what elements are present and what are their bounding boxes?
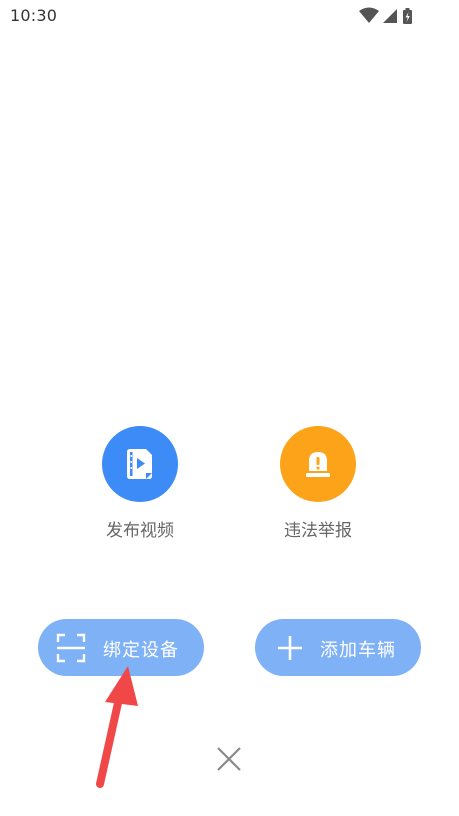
violation-report-label: 违法举报 [284, 521, 352, 541]
violation-report-circle [280, 426, 356, 502]
battery-charging-icon [403, 8, 412, 24]
publish-video-label: 发布视频 [106, 521, 174, 541]
publish-video-action[interactable]: 发布视频 [80, 426, 200, 546]
scan-icon [56, 633, 86, 663]
cellular-signal-icon [383, 9, 397, 23]
bind-device-label: 绑定设备 [103, 640, 179, 661]
plus-icon [275, 633, 305, 663]
alarm-light-icon [304, 449, 332, 479]
video-file-icon [126, 448, 154, 480]
annotation-arrow [90, 660, 150, 790]
add-vehicle-button[interactable]: 添加车辆 [255, 619, 421, 676]
close-icon [213, 747, 245, 779]
publish-video-circle [102, 426, 178, 502]
status-bar: 10:30 [0, 0, 459, 32]
add-vehicle-label: 添加车辆 [320, 640, 396, 661]
wifi-icon [359, 7, 379, 23]
screen: 10:30 发布视频 违法举报 绑定设备 添加车辆 [0, 0, 459, 816]
close-button[interactable] [213, 743, 245, 775]
status-time: 10:30 [10, 6, 58, 25]
violation-report-action[interactable]: 违法举报 [258, 426, 378, 546]
status-icons [359, 7, 423, 25]
